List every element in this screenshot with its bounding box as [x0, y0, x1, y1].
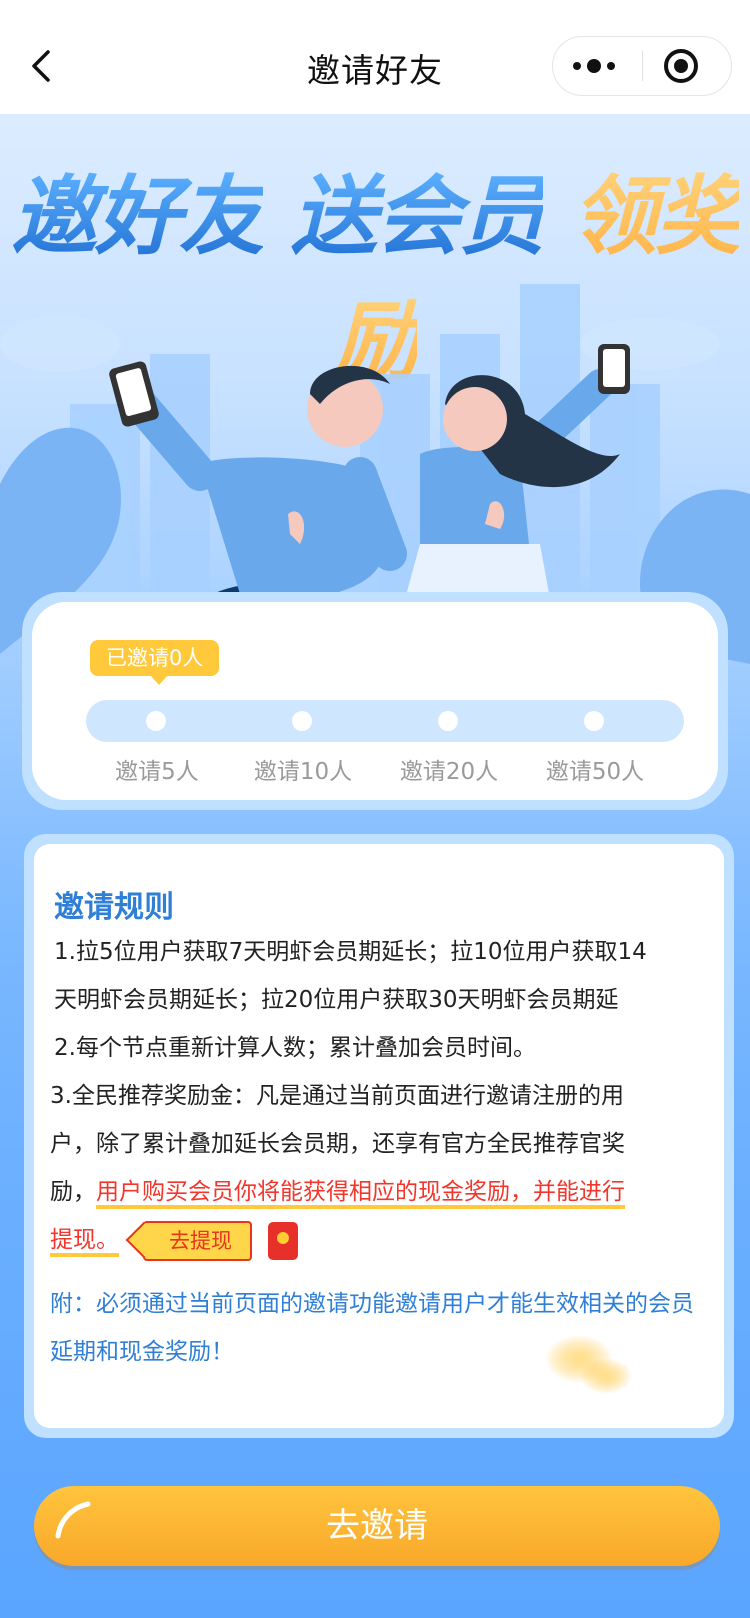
rule-line-1: 1.拉5位用户获取7天明虾会员期延长；拉10位用户获取14 — [54, 939, 647, 965]
close-target-icon[interactable] — [645, 37, 733, 95]
nav-bar: 邀请好友 — [0, 0, 750, 114]
milestone-dot-2 — [292, 711, 312, 731]
invite-rules-card: 邀请规则 1.拉5位用户获取7天明虾会员期延长；拉10位用户获取14 天明虾会员… — [24, 834, 734, 1438]
milestone-label-1: 邀请5人 — [115, 759, 199, 785]
capsule-divider — [642, 51, 643, 81]
rule-line-7: 提现。 去提现 — [50, 1216, 298, 1264]
rules-title: 邀请规则 — [54, 890, 174, 925]
milestone-dot-3 — [438, 711, 458, 731]
mini-program-capsule — [552, 36, 732, 96]
rule-line-6: 励，用户购买会员你将能获得相应的现金奖励，并能进行 — [50, 1168, 625, 1216]
more-dots-icon[interactable] — [553, 37, 641, 95]
swoosh-icon — [55, 1501, 91, 1539]
invite-rules-inner: 邀请规则 1.拉5位用户获取7天明虾会员期延长；拉10位用户获取14 天明虾会员… — [34, 844, 724, 1428]
cash-reward-highlight: 用户购买会员你将能获得相应的现金奖励 — [96, 1179, 510, 1209]
milestone-label-3: 邀请20人 — [399, 759, 499, 785]
invite-progress-inner: 已邀请0人 邀请5人 邀请10人 邀请20人 邀请50人 — [32, 602, 718, 800]
rule-line-4: 3.全民推荐奖励金：凡是通过当前页面进行邀请注册的用 — [50, 1083, 624, 1109]
progress-track — [86, 700, 684, 742]
rule-line-2: 天明虾会员期延长；拉20位用户获取30天明虾会员期延 — [54, 987, 619, 1013]
invite-progress-card: 已邀请0人 邀请5人 邀请10人 邀请20人 邀请50人 — [22, 592, 728, 810]
rule-line-3: 2.每个节点重新计算人数；累计叠加会员时间。 — [54, 1035, 536, 1061]
rule-line-6-prefix: 励， — [50, 1179, 96, 1205]
rule-line-6-comma: ， — [510, 1179, 533, 1209]
milestone-dot-1 — [146, 711, 166, 731]
milestone-label-4: 邀请50人 — [545, 759, 645, 785]
invited-count-badge: 已邀请0人 — [90, 640, 220, 685]
rule-line-5: 户，除了累计叠加延长会员期，还享有官方全民推荐官奖 — [50, 1131, 625, 1157]
withdraw-button[interactable]: 去提现 — [143, 1220, 252, 1261]
milestone-label-2: 邀请10人 — [253, 759, 353, 785]
gold-coin-icon — [545, 1335, 632, 1394]
milestone-dot-4 — [584, 711, 604, 731]
go-invite-label: 去邀请 — [326, 1506, 428, 1546]
withdraw-highlight: 并能进行 — [533, 1179, 625, 1209]
withdraw-highlight-2: 提现。 — [50, 1227, 119, 1257]
go-invite-button[interactable]: 去邀请 — [34, 1486, 720, 1566]
red-packet-icon — [268, 1221, 298, 1260]
